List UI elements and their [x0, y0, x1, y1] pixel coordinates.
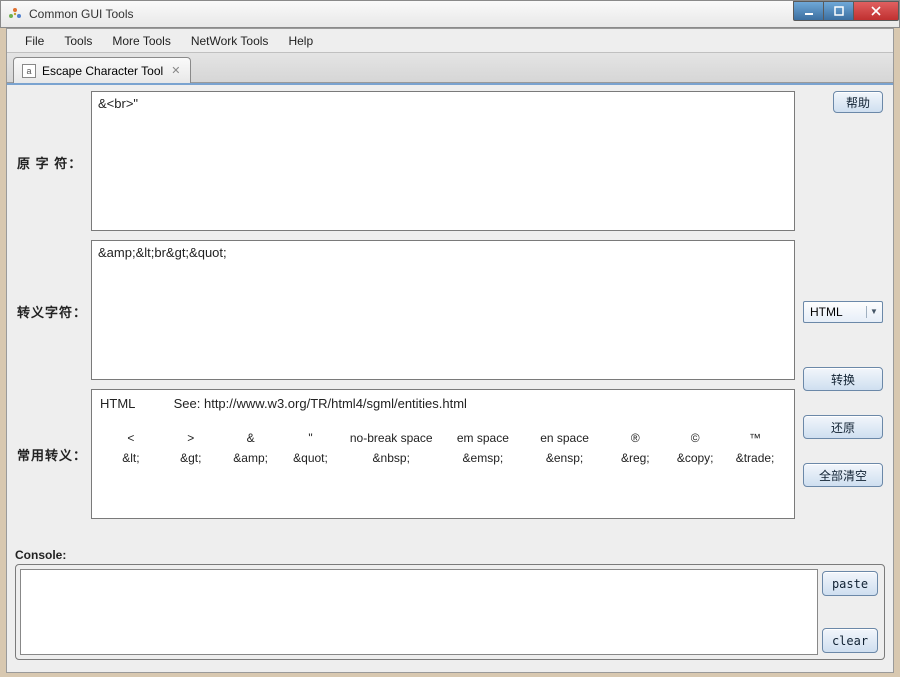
ref-entity: &quot; — [282, 449, 340, 467]
restore-button[interactable]: 还原 — [803, 415, 883, 439]
ref-char: & — [222, 429, 280, 447]
menu-tools[interactable]: Tools — [54, 31, 102, 51]
ref-char: no-break space — [341, 429, 441, 447]
ref-entity: &emsp; — [443, 449, 523, 467]
app-icon — [7, 6, 23, 22]
ref-char: " — [282, 429, 340, 447]
menu-help[interactable]: Help — [278, 31, 323, 51]
ref-entity: &amp; — [222, 449, 280, 467]
ref-entity: &nbsp; — [341, 449, 441, 467]
tab-escape-character-tool[interactable]: a Escape Character Tool ✕ — [13, 57, 191, 83]
original-characters-textarea[interactable] — [91, 91, 795, 231]
escape-type-value: HTML — [810, 305, 843, 319]
reference-row-chars: < > & " no-break space em space en space… — [102, 429, 784, 447]
ref-char: > — [162, 429, 220, 447]
window-title: Common GUI Tools — [29, 7, 133, 21]
ref-entity: &reg; — [606, 449, 664, 467]
label-common: 常用转义： — [17, 389, 91, 519]
app-frame: File Tools More Tools NetWork Tools Help… — [6, 28, 894, 673]
menu-network-tools[interactable]: NetWork Tools — [181, 31, 279, 51]
convert-button[interactable]: 转换 — [803, 367, 883, 391]
chevron-down-icon: ▼ — [866, 306, 878, 318]
escape-type-select[interactable]: HTML ▼ — [803, 301, 883, 323]
console-clear-button[interactable]: clear — [822, 628, 878, 653]
ref-char: © — [666, 429, 724, 447]
window-minimize-button[interactable] — [793, 1, 823, 21]
tabbar: a Escape Character Tool ✕ — [7, 53, 893, 83]
reference-panel: HTML See: http://www.w3.org/TR/html4/sgm… — [91, 389, 795, 519]
ref-char: ™ — [726, 429, 784, 447]
ref-entity: &lt; — [102, 449, 160, 467]
ref-char: em space — [443, 429, 523, 447]
clear-all-button[interactable]: 全部清空 — [803, 463, 883, 487]
help-button[interactable]: 帮助 — [833, 91, 883, 113]
tab-label: Escape Character Tool — [42, 64, 163, 78]
ref-entity: &copy; — [666, 449, 724, 467]
menubar: File Tools More Tools NetWork Tools Help — [7, 29, 893, 53]
reference-link-text: See: http://www.w3.org/TR/html4/sgml/ent… — [174, 396, 467, 411]
console-label: Console: — [15, 548, 885, 562]
window-close-button[interactable] — [853, 1, 899, 21]
window-titlebar: Common GUI Tools — [0, 0, 900, 28]
console-textarea[interactable] — [20, 569, 818, 655]
label-escaped: 转义字符： — [17, 240, 91, 383]
tab-close-icon[interactable]: ✕ — [169, 64, 182, 77]
reference-type: HTML — [100, 396, 170, 411]
content-area: 原 字 符： 帮助 转义字符： HTML ▼ — [7, 83, 893, 672]
menu-file[interactable]: File — [15, 31, 54, 51]
label-original: 原 字 符： — [17, 91, 91, 234]
ref-char: < — [102, 429, 160, 447]
escaped-characters-textarea[interactable] — [91, 240, 795, 380]
ref-entity: &ensp; — [525, 449, 605, 467]
ref-char: ® — [606, 429, 664, 447]
console-paste-button[interactable]: paste — [822, 571, 878, 596]
reference-table: < > & " no-break space em space en space… — [100, 427, 786, 469]
ref-entity: &trade; — [726, 449, 784, 467]
ref-entity: &gt; — [162, 449, 220, 467]
reference-row-entities: &lt; &gt; &amp; &quot; &nbsp; &emsp; &en… — [102, 449, 784, 467]
menu-more-tools[interactable]: More Tools — [102, 31, 180, 51]
ref-char: en space — [525, 429, 605, 447]
console-section: Console: paste clear — [15, 548, 885, 666]
window-maximize-button[interactable] — [823, 1, 853, 21]
tab-icon: a — [22, 64, 36, 78]
